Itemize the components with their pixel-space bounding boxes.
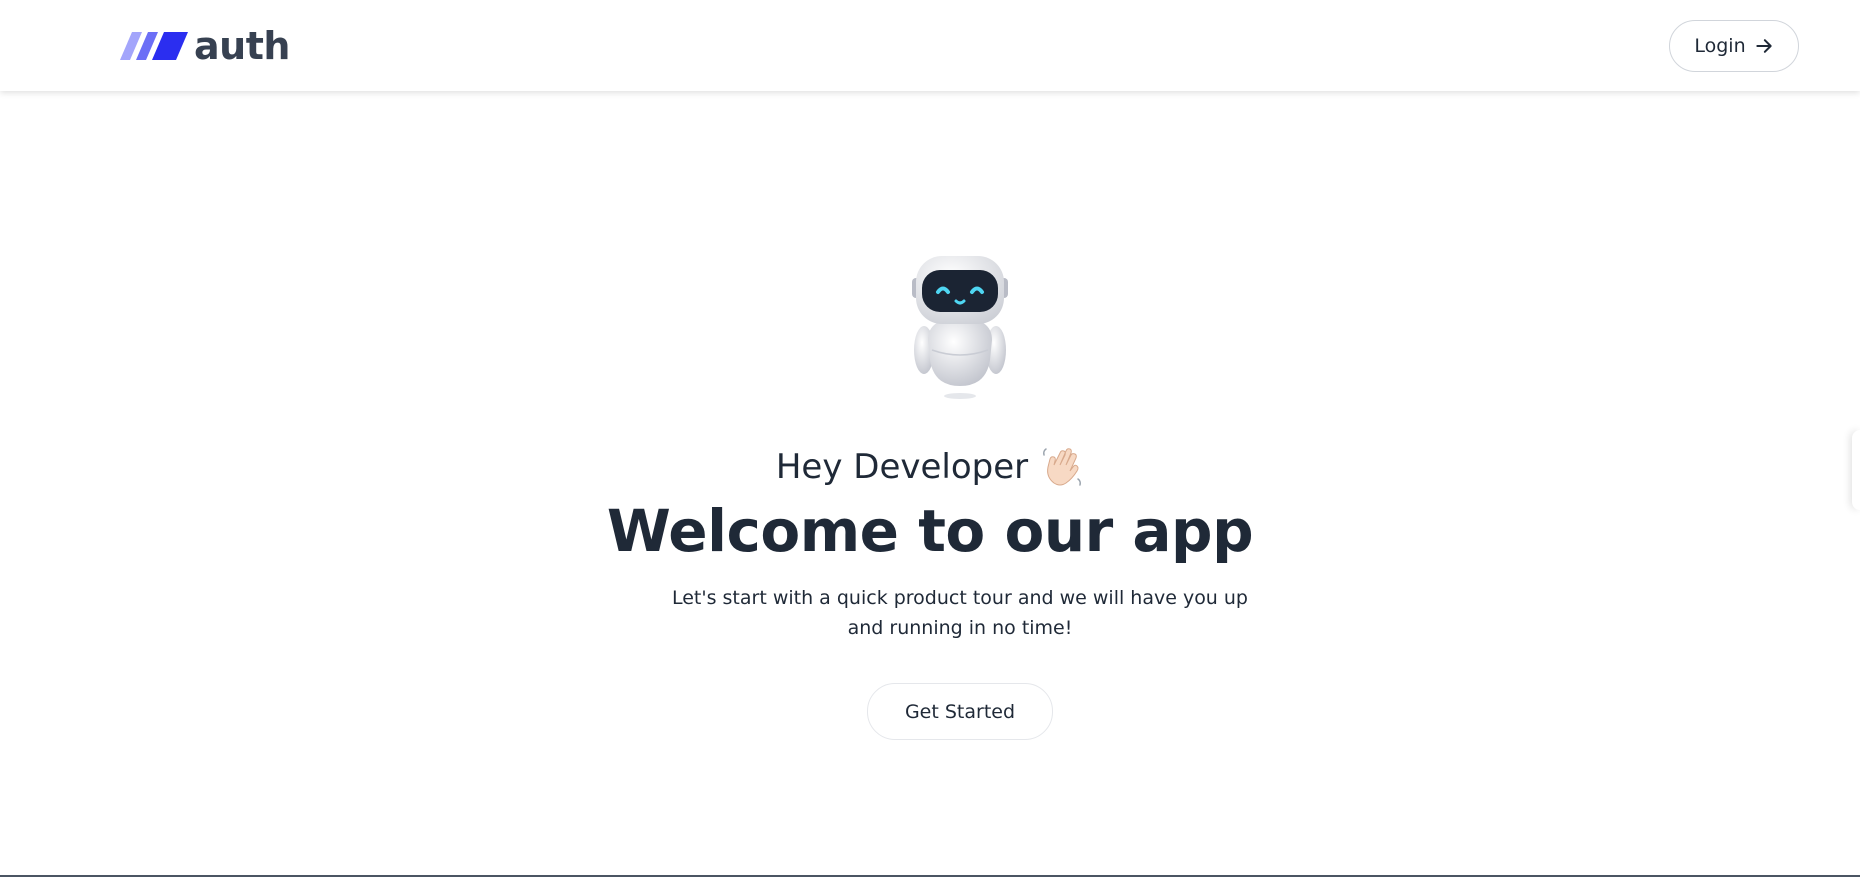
- logo[interactable]: auth: [120, 22, 290, 70]
- waving-hand-icon: [1043, 448, 1082, 486]
- robot-icon: [912, 256, 1008, 399]
- login-button[interactable]: Login: [1669, 20, 1799, 72]
- greeting-text: Hey Developer: [775, 447, 1029, 487]
- greeting: Hey Developer: [0, 445, 1860, 489]
- top-navbar: auth Login: [0, 0, 1860, 91]
- arrow-right-icon: [1755, 39, 1772, 53]
- side-panel-edge: [1852, 430, 1860, 510]
- logo-text: auth: [194, 24, 290, 68]
- page-title: Welcome to our app: [606, 497, 1254, 565]
- robot-mascot: [900, 250, 1020, 402]
- login-button-label: Login: [1694, 35, 1746, 57]
- get-started-button[interactable]: Get Started: [867, 683, 1053, 740]
- logo-slashes-icon: [120, 32, 188, 60]
- hero-subtitle: Let's start with a quick product tour an…: [671, 587, 1248, 639]
